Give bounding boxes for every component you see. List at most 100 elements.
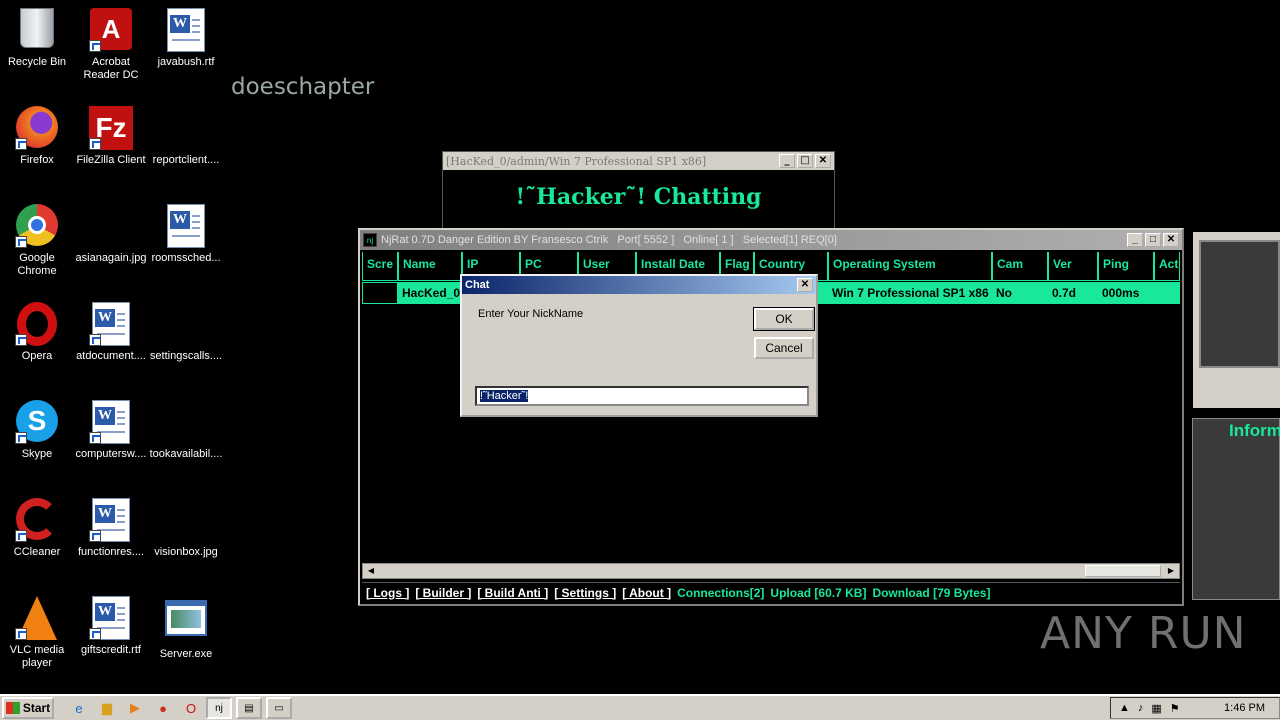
desktop-icon-label: VLC media player <box>9 644 65 669</box>
desktop-icon-label: giftscredit.rtf <box>81 644 141 656</box>
close-icon[interactable]: ✕ <box>797 278 813 292</box>
desktop-icon-server-exe[interactable]: Server.exe <box>149 596 223 661</box>
desktop-icon-skype[interactable]: S Skype <box>0 400 74 461</box>
logs-link[interactable]: [ Logs ] <box>366 586 409 600</box>
close-icon[interactable]: ✕ <box>1163 233 1179 247</box>
maximize-icon[interactable]: □ <box>797 154 813 168</box>
chrome-icon[interactable]: ● <box>152 698 174 718</box>
column-header-ver[interactable]: Ver <box>1048 252 1098 281</box>
opera-icon[interactable]: O <box>180 698 202 718</box>
desktop-icon-visionbox-jpg[interactable]: visionbox.jpg <box>149 498 223 559</box>
recycle-bin-icon <box>15 8 59 52</box>
desktop-icon-label: Recycle Bin <box>7 56 67 68</box>
desktop-icon-label: roomssched... <box>151 252 221 264</box>
desktop-icon-ccleaner[interactable]: CCleaner <box>0 498 74 559</box>
clock[interactable]: 1:46 PM <box>1224 702 1265 714</box>
action-center-icon[interactable]: ⚑ <box>1170 702 1180 715</box>
desktop-icon-label: asianagain.jpg <box>75 252 147 264</box>
cell-active-window <box>1154 282 1180 304</box>
chat-window-titlebar[interactable]: [HacKed_0/admin/Win 7 Professional SP1 x… <box>443 152 834 170</box>
info-window-partial[interactable]: Inform <box>1192 418 1280 600</box>
upload-status: Upload [60.7 KB] <box>770 585 867 600</box>
desktop-icon-label: atdocument.... <box>76 350 146 362</box>
shortcut-arrow-icon <box>89 138 101 150</box>
builder-link[interactable]: [ Builder ] <box>415 586 471 600</box>
desktop-icon-google-chrome[interactable]: Google Chrome <box>0 204 74 278</box>
media-player-icon[interactable]: ▶ <box>124 698 146 718</box>
word-document-icon: W <box>164 8 208 52</box>
volume-icon[interactable]: ♪ <box>1138 702 1144 714</box>
nickname-dialog[interactable]: Chat ✕ Enter Your NickName OK Cancel !˜H… <box>460 274 818 417</box>
shortcut-arrow-icon <box>89 628 101 640</box>
settings-link[interactable]: [ Settings ] <box>554 586 616 600</box>
desktop-icon-giftscredit-rtf[interactable]: Wgiftscredit.rtf <box>74 596 148 657</box>
maximize-icon[interactable]: □ <box>1145 233 1161 247</box>
about-link[interactable]: [ About ] <box>622 586 671 600</box>
minimize-icon[interactable]: _ <box>779 154 795 168</box>
desktop-icon-label: reportclient.... <box>152 154 220 166</box>
explorer-icon[interactable]: ▆ <box>96 698 118 718</box>
download-status: Download [79 Bytes] <box>872 585 991 600</box>
image-file-icon <box>89 204 133 248</box>
word-document-icon: W <box>89 498 133 542</box>
desktop-icon-reportclient[interactable]: reportclient.... <box>149 106 223 167</box>
nickname-input[interactable]: !˜Hacker˜! <box>475 386 809 406</box>
desktop-icon-roomssched[interactable]: Wroomssched... <box>149 204 223 265</box>
taskbar-chat[interactable]: ▤ <box>236 697 262 719</box>
column-header-ping[interactable]: Ping <box>1098 252 1154 281</box>
taskbar-njrat[interactable]: nj <box>206 697 232 719</box>
cell-cam: No <box>992 282 1048 304</box>
column-header-operating-system[interactable]: Operating System <box>828 252 992 281</box>
taskbar-window[interactable]: ▭ <box>266 697 292 719</box>
image-file-icon <box>164 302 208 346</box>
desktop-icon-functionres[interactable]: Wfunctionres.... <box>74 498 148 559</box>
scroll-thumb[interactable] <box>1085 565 1161 577</box>
column-header-active-window[interactable]: Acti Win <box>1154 252 1180 281</box>
nickname-dialog-titlebar[interactable]: Chat ✕ <box>462 276 816 294</box>
desktop-icon-computersw[interactable]: Wcomputersw.... <box>74 400 148 461</box>
desktop-background-text: doeschapter <box>231 74 375 100</box>
njrat-titlebar[interactable]: nj NjRat 0.7D Danger Edition BY Fransesc… <box>360 230 1182 250</box>
desktop-icon-label: Acrobat Reader DC <box>83 56 139 81</box>
desktop-icon-acrobat-reader[interactable]: A Acrobat Reader DC <box>74 8 148 82</box>
right-window-partial[interactable] <box>1193 232 1280 408</box>
column-header-cam[interactable]: Cam <box>992 252 1048 281</box>
ie-icon[interactable]: e <box>68 698 90 718</box>
desktop-icon-label: javabush.rtf <box>157 56 215 68</box>
filezilla-icon: Fz <box>89 106 133 150</box>
skype-icon: S <box>15 400 59 444</box>
desktop-icon-opera[interactable]: Opera <box>0 302 74 363</box>
word-document-icon: W <box>89 302 133 346</box>
image-file-icon <box>164 498 208 542</box>
desktop-icon-settingscalls[interactable]: settingscalls.... <box>149 302 223 363</box>
desktop-icon-javabush-rtf[interactable]: Wjavabush.rtf <box>149 8 223 69</box>
horizontal-scrollbar[interactable]: ◀ ▶ <box>362 563 1180 579</box>
desktop-icon-atdocument[interactable]: Watdocument.... <box>74 302 148 363</box>
close-icon[interactable]: ✕ <box>815 154 831 168</box>
desktop-icon-firefox[interactable]: Firefox <box>0 106 74 167</box>
tray-expand-icon[interactable]: ▲ <box>1119 702 1130 714</box>
build-anti-link[interactable]: [ Build Anti ] <box>477 586 548 600</box>
network-icon[interactable]: ▦ <box>1151 702 1161 715</box>
ok-button[interactable]: OK <box>753 307 815 331</box>
scroll-right-icon[interactable]: ▶ <box>1164 565 1178 577</box>
column-header-screen[interactable]: Scre <box>362 252 398 281</box>
desktop-icon-tookavailabil[interactable]: tookavailabil.... <box>149 400 223 461</box>
desktop-icon-recycle-bin[interactable]: Recycle Bin <box>0 8 74 69</box>
cancel-button[interactable]: Cancel <box>754 337 814 359</box>
desktop-icon-filezilla[interactable]: Fz FileZilla Client <box>74 106 148 167</box>
image-file-icon <box>164 106 208 150</box>
desktop-icon-asianagain-jpg[interactable]: asianagain.jpg <box>74 204 148 265</box>
start-button[interactable]: Start <box>2 697 54 719</box>
desktop-icon-vlc-media-player[interactable]: VLC media player <box>0 596 74 670</box>
monitor-icon <box>1199 240 1280 368</box>
word-document-icon: W <box>89 400 133 444</box>
word-document-icon: W <box>89 596 133 640</box>
minimize-icon[interactable]: _ <box>1127 233 1143 247</box>
column-header-name[interactable]: Name <box>398 252 462 281</box>
njrat-app-icon: nj <box>363 233 377 247</box>
shortcut-arrow-icon <box>15 432 27 444</box>
scroll-left-icon[interactable]: ◀ <box>364 565 378 577</box>
cell-name: HacKed_0 <box>398 282 462 304</box>
desktop-icon-label: CCleaner <box>13 546 61 558</box>
